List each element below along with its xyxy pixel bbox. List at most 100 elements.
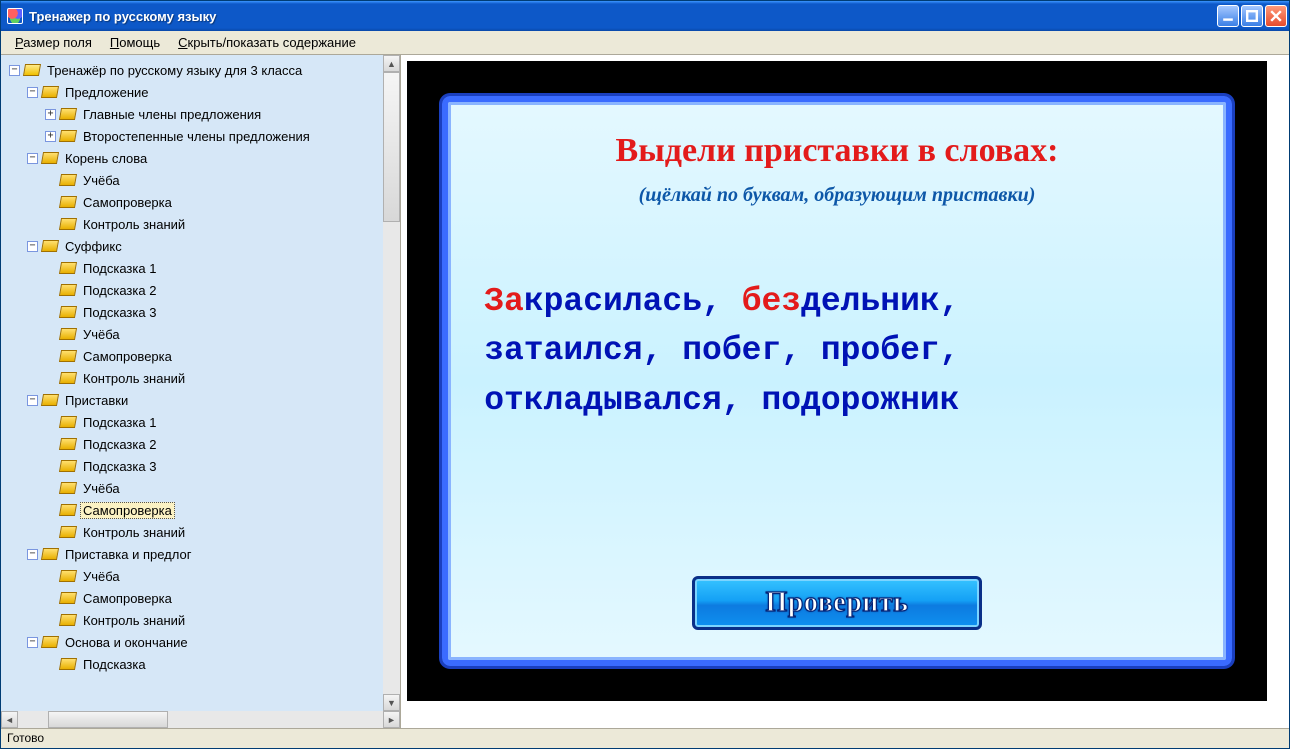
- content-panel: Выдели приставки в словах: (щёлкай по бу…: [401, 55, 1289, 728]
- book-icon: [59, 306, 77, 318]
- book-icon: [41, 86, 59, 98]
- tree-toggle: [45, 307, 56, 318]
- tree-toggle: [45, 505, 56, 516]
- book-icon: [59, 196, 77, 208]
- exercise-frame: Выдели приставки в словах: (щёлкай по бу…: [407, 61, 1267, 701]
- book-icon: [59, 460, 77, 472]
- tree-item-label[interactable]: Подсказка 3: [80, 304, 159, 321]
- menu-help[interactable]: Помощь: [104, 33, 166, 52]
- book-icon: [59, 504, 77, 516]
- tree-toggle[interactable]: −: [9, 65, 20, 76]
- tree-item-label[interactable]: Учёба: [80, 326, 123, 343]
- book-icon: [59, 174, 77, 186]
- tree-toggle: [45, 373, 56, 384]
- word-line[interactable]: Закрасилась, бездельник,: [484, 277, 1190, 327]
- tree-item-label[interactable]: Учёба: [80, 172, 123, 189]
- window-title: Тренажер по русскому языку: [29, 9, 1217, 24]
- task-words[interactable]: Закрасилась, бездельник,затаился, побег,…: [484, 277, 1190, 426]
- tree-item-label[interactable]: Подсказка 1: [80, 414, 159, 431]
- tree-item-label[interactable]: Подсказка: [80, 656, 149, 673]
- tree-item-label[interactable]: Приставки: [62, 392, 131, 409]
- tree-item-label[interactable]: Учёба: [80, 568, 123, 585]
- status-text: Готово: [7, 731, 44, 745]
- scroll-left-button[interactable]: ◄: [1, 711, 18, 728]
- menu-field-size[interactable]: Размер поля: [9, 33, 98, 52]
- tree-toggle[interactable]: −: [27, 395, 38, 406]
- tree-horizontal-scrollbar[interactable]: ◄ ►: [1, 711, 400, 728]
- book-icon: [59, 416, 77, 428]
- tree-item-label[interactable]: Подсказка 3: [80, 458, 159, 475]
- tree-toggle[interactable]: −: [27, 153, 38, 164]
- tree-item-label[interactable]: Самопроверка: [80, 590, 175, 607]
- book-icon: [41, 152, 59, 164]
- tree-item-label[interactable]: Приставка и предлог: [62, 546, 194, 563]
- scroll-thumb-h[interactable]: [48, 711, 168, 728]
- book-icon: [59, 328, 77, 340]
- tree-toggle: [45, 527, 56, 538]
- tree-panel: −Тренажёр по русскому языку для 3 класса…: [1, 55, 401, 728]
- contents-tree[interactable]: −Тренажёр по русскому языку для 3 класса…: [1, 55, 400, 711]
- tree-toggle[interactable]: +: [45, 109, 56, 120]
- tree-item-label[interactable]: Главные члены предложения: [80, 106, 264, 123]
- tree-item-label[interactable]: Основа и окончание: [62, 634, 191, 651]
- book-icon: [59, 284, 77, 296]
- tree-item-label[interactable]: Самопроверка: [80, 348, 175, 365]
- tree-toggle: [45, 483, 56, 494]
- tree-toggle: [45, 285, 56, 296]
- tree-item-label[interactable]: Контроль знаний: [80, 370, 188, 387]
- tree-item-label[interactable]: Самопроверка: [80, 194, 175, 211]
- tree-toggle: [45, 571, 56, 582]
- tree-item-label[interactable]: Предложение: [62, 84, 152, 101]
- book-icon: [41, 548, 59, 560]
- check-button[interactable]: Проверить: [692, 576, 982, 630]
- tree-toggle: [45, 461, 56, 472]
- tree-item-label[interactable]: Суффикс: [62, 238, 125, 255]
- check-button-label: Проверить: [766, 587, 909, 619]
- tree-toggle[interactable]: −: [27, 637, 38, 648]
- tree-item-label[interactable]: Контроль знаний: [80, 524, 188, 541]
- tree-item-label[interactable]: Второстепенные члены предложения: [80, 128, 313, 145]
- app-icon: [7, 8, 23, 24]
- scroll-down-button[interactable]: ▼: [383, 694, 400, 711]
- tree-item-label[interactable]: Учёба: [80, 480, 123, 497]
- tree-vertical-scrollbar[interactable]: ▲ ▼: [383, 55, 400, 711]
- scroll-right-button[interactable]: ►: [383, 711, 400, 728]
- minimize-button[interactable]: [1217, 5, 1239, 27]
- book-icon: [59, 218, 77, 230]
- tree-item-label[interactable]: Корень слова: [62, 150, 150, 167]
- tree-item-label[interactable]: Самопроверка: [80, 502, 175, 519]
- word-line[interactable]: откладывался, подорожник: [484, 376, 1190, 426]
- book-icon: [59, 438, 77, 450]
- book-icon: [41, 636, 59, 648]
- close-button[interactable]: [1265, 5, 1287, 27]
- tree-toggle[interactable]: −: [27, 241, 38, 252]
- tree-toggle: [45, 659, 56, 670]
- scroll-up-button[interactable]: ▲: [383, 55, 400, 72]
- tree-toggle: [45, 351, 56, 362]
- book-icon: [59, 108, 77, 120]
- title-bar: Тренажер по русскому языку: [1, 1, 1289, 31]
- book-icon: [41, 394, 59, 406]
- maximize-button[interactable]: [1241, 5, 1263, 27]
- tree-item-label[interactable]: Подсказка 1: [80, 260, 159, 277]
- tree-toggle: [45, 593, 56, 604]
- tree-item-label[interactable]: Контроль знаний: [80, 612, 188, 629]
- tree-toggle: [45, 615, 56, 626]
- book-icon: [41, 240, 59, 252]
- tree-toggle[interactable]: −: [27, 87, 38, 98]
- tree-toggle[interactable]: +: [45, 131, 56, 142]
- menu-toggle-contents[interactable]: Скрыть/показать содержание: [172, 33, 362, 52]
- book-icon: [59, 262, 77, 274]
- tree-toggle: [45, 439, 56, 450]
- book-icon: [59, 570, 77, 582]
- tree-item-label[interactable]: Контроль знаний: [80, 216, 188, 233]
- word-line[interactable]: затаился, побег, пробег,: [484, 326, 1190, 376]
- book-icon: [59, 350, 77, 362]
- book-icon: [59, 482, 77, 494]
- tree-item-label[interactable]: Тренажёр по русскому языку для 3 класса: [44, 62, 305, 79]
- tree-item-label[interactable]: Подсказка 2: [80, 282, 159, 299]
- tree-toggle: [45, 417, 56, 428]
- tree-item-label[interactable]: Подсказка 2: [80, 436, 159, 453]
- scroll-thumb[interactable]: [383, 72, 400, 222]
- tree-toggle[interactable]: −: [27, 549, 38, 560]
